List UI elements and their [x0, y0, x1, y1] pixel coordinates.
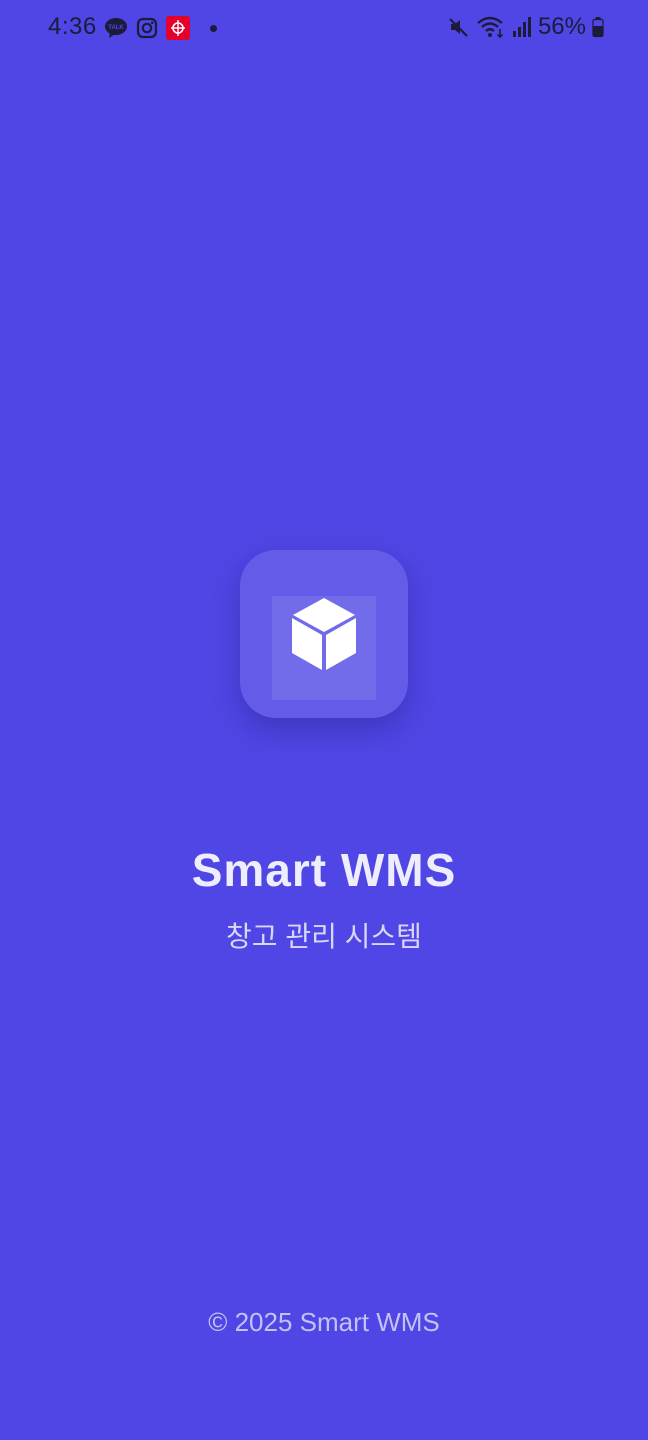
mute-icon	[449, 18, 468, 37]
app-subtitle: 창고 관리 시스템	[226, 921, 422, 952]
battery-icon	[592, 17, 604, 38]
svg-text:TALK: TALK	[108, 25, 124, 31]
wifi-icon	[477, 16, 504, 39]
logo-inner-square	[272, 596, 376, 700]
footer-copyright: © 2025 Smart WMS	[208, 1307, 440, 1337]
kakaotalk-icon: TALK	[105, 18, 127, 38]
status-notification-icons: TALK	[104, 15, 217, 41]
battery-percent: 56%	[537, 13, 586, 40]
cube-icon	[292, 598, 356, 670]
status-bar: 4:36 TALK 56%	[0, 0, 648, 56]
red-app-icon	[166, 16, 190, 40]
status-time: 4:36	[48, 13, 97, 40]
notification-dot	[210, 24, 217, 32]
signal-icon	[512, 17, 531, 37]
status-system-icons: 56%	[448, 12, 604, 42]
instagram-icon	[136, 17, 158, 39]
app-logo	[240, 550, 408, 718]
app-title: Smart WMS	[191, 844, 457, 896]
